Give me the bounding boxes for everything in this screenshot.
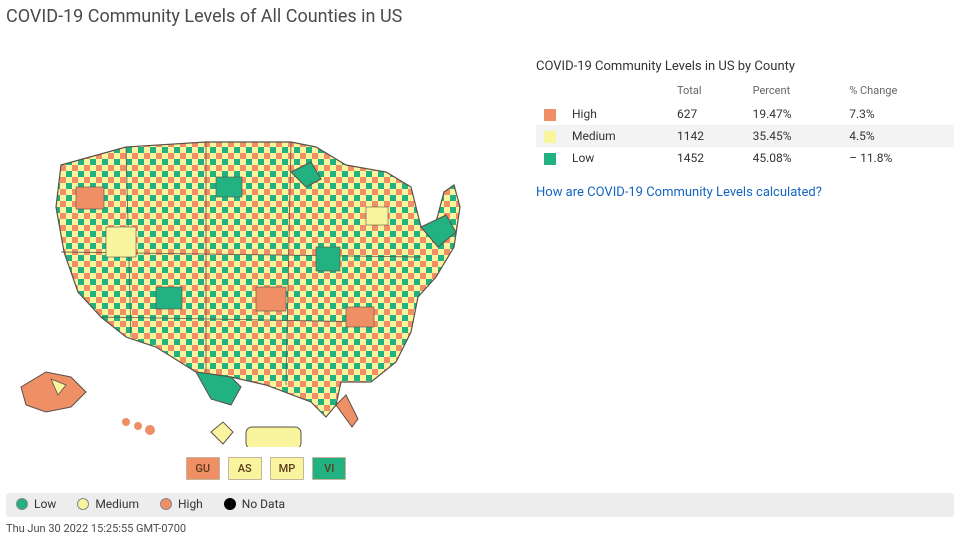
row-percent: 35.45% xyxy=(745,125,842,147)
territory-chip-vi[interactable]: VI xyxy=(312,457,346,480)
row-percent: 19.47% xyxy=(745,103,842,125)
legend-dot-low xyxy=(16,498,28,510)
swatch-low xyxy=(544,153,556,165)
legend-item-medium: Medium xyxy=(77,497,139,511)
row-change: – 11.8% xyxy=(841,147,954,169)
main-row: GU AS MP VI COVID-19 Community Levels in… xyxy=(0,37,960,480)
table-row[interactable]: Low 1452 45.08% – 11.8% xyxy=(536,147,954,169)
legend-dot-high xyxy=(160,498,172,510)
footer-legend: Low Medium High No Data xyxy=(6,493,954,517)
territory-chip-as[interactable]: AS xyxy=(228,457,262,480)
legend-item-high: High xyxy=(160,497,203,511)
territory-row: GU AS MP VI xyxy=(6,457,526,480)
legend-item-nodata: No Data xyxy=(224,497,285,511)
legend-item-low: Low xyxy=(16,497,56,511)
row-label: Low xyxy=(564,147,669,169)
page-title: COVID-19 Community Levels of All Countie… xyxy=(0,0,960,37)
map-column: GU AS MP VI xyxy=(6,37,526,480)
row-change: 7.3% xyxy=(841,103,954,125)
side-panel: COVID-19 Community Levels in US by Count… xyxy=(526,37,954,200)
table-row[interactable]: Medium 1142 35.45% 4.5% xyxy=(536,125,954,147)
calc-link[interactable]: How are COVID-19 Community Levels calcul… xyxy=(536,185,954,200)
legend-label: No Data xyxy=(242,497,285,511)
table-title: COVID-19 Community Levels in US by Count… xyxy=(536,59,954,74)
table-row[interactable]: High 627 19.47% 7.3% xyxy=(536,103,954,125)
legend-dot-medium xyxy=(77,498,89,510)
territory-chip-gu[interactable]: GU xyxy=(186,457,220,480)
col-percent: Percent xyxy=(745,80,842,103)
swatch-high xyxy=(544,109,556,121)
row-label: Medium xyxy=(564,125,669,147)
timestamp: Thu Jun 30 2022 15:25:55 GMT-0700 xyxy=(6,522,186,535)
row-total: 627 xyxy=(669,103,745,125)
legend-dot-nodata xyxy=(224,498,236,510)
legend-label: Medium xyxy=(95,497,139,511)
legend-label: Low xyxy=(34,497,56,511)
row-total: 1452 xyxy=(669,147,745,169)
col-total: Total xyxy=(669,80,745,103)
territory-chip-mp[interactable]: MP xyxy=(270,457,305,480)
col-change: % Change xyxy=(841,80,954,103)
row-total: 1142 xyxy=(669,125,745,147)
row-change: 4.5% xyxy=(841,125,954,147)
level-table: Total Percent % Change High 627 19.47% 7… xyxy=(536,80,954,169)
legend-label: High xyxy=(178,497,203,511)
us-county-map[interactable] xyxy=(6,87,486,447)
row-label: High xyxy=(564,103,669,125)
swatch-medium xyxy=(544,131,556,143)
row-percent: 45.08% xyxy=(745,147,842,169)
